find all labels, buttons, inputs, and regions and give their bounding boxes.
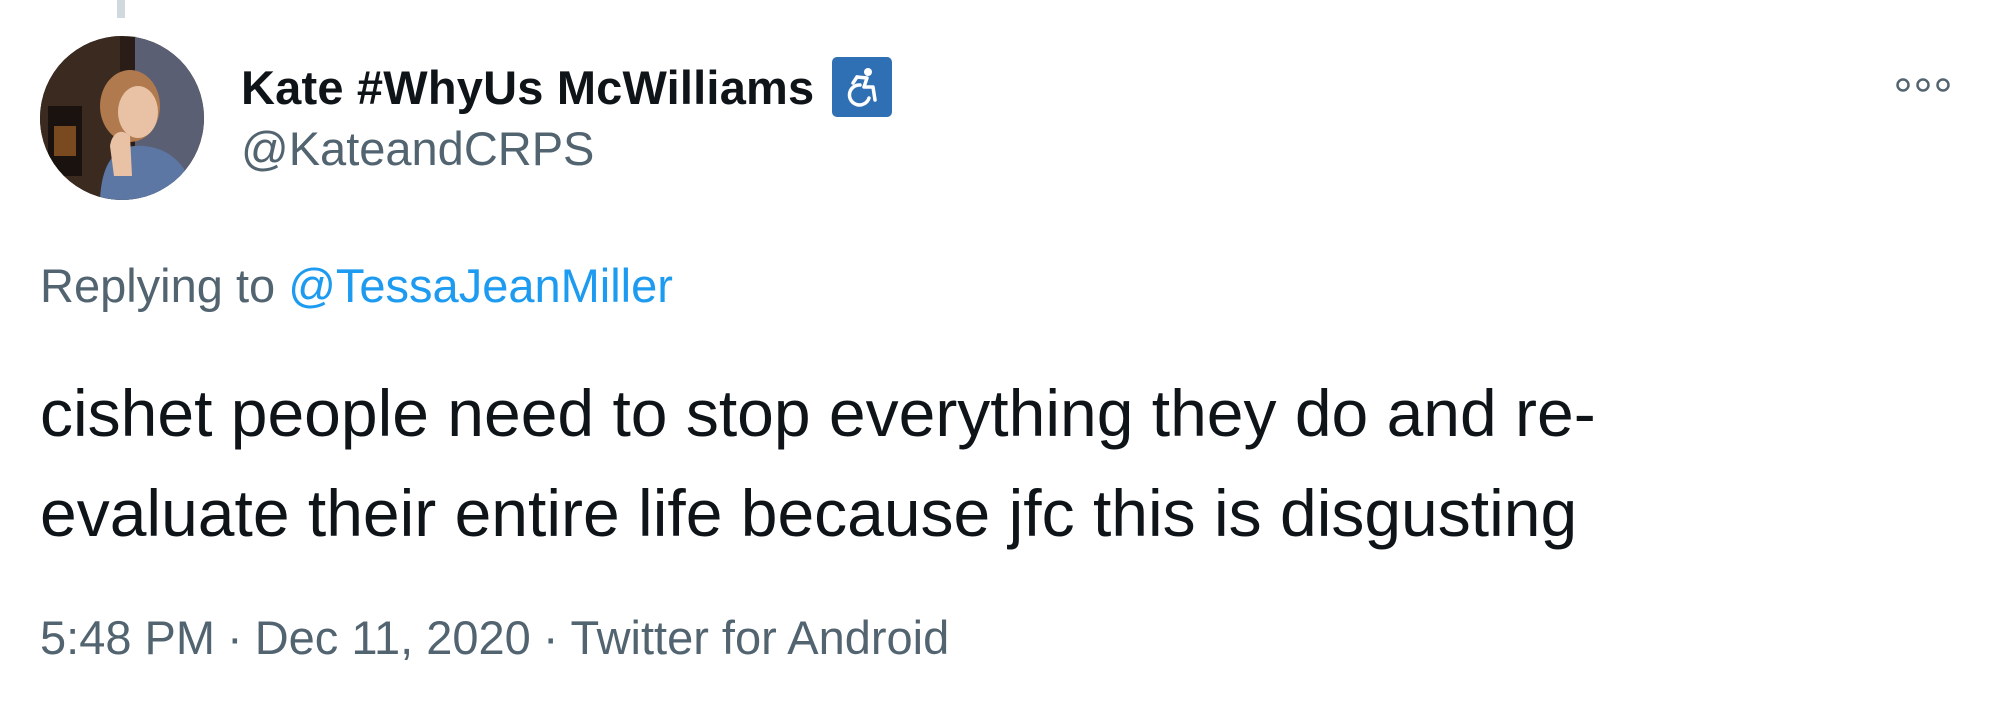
- thread-connector-line: [117, 0, 125, 18]
- avatar-image: [40, 36, 204, 200]
- tweet-text-line: cishet people need to stop everything th…: [40, 376, 1596, 450]
- meta-separator: ·: [542, 611, 559, 664]
- tweet-date[interactable]: Dec 11, 2020: [255, 611, 531, 664]
- user-handle[interactable]: @KateandCRPS: [241, 121, 892, 176]
- avatar[interactable]: [40, 36, 204, 200]
- meta-separator: ·: [227, 611, 243, 664]
- display-name-row: Kate #WhyUs McWilliams: [241, 55, 893, 119]
- author-info: Kate #WhyUs McWilliams @KateandCRPS: [241, 55, 893, 176]
- tweet-source[interactable]: Twitter for Android: [570, 611, 949, 664]
- tweet-text: cishet people need to stop everything th…: [40, 363, 1940, 563]
- display-name[interactable]: Kate #WhyUs McWilliams: [241, 60, 814, 115]
- replying-to-label: Replying to: [40, 259, 276, 312]
- more-options-button[interactable]: [1888, 60, 1958, 110]
- tweet-text-line: evaluate their entire life because jfc t…: [40, 476, 1578, 550]
- reply-mention-link[interactable]: @TessaJeanMiller: [288, 259, 673, 312]
- tweet-time[interactable]: 5:48 PM: [40, 611, 215, 664]
- wheelchair-icon: [832, 57, 893, 117]
- more-options-icon: [1896, 78, 1950, 92]
- replying-to-line: Replying to @TessaJeanMiller: [40, 258, 673, 313]
- tweet-metadata: 5:48 PM · Dec 11, 2020 · Twitter for Android: [40, 610, 949, 665]
